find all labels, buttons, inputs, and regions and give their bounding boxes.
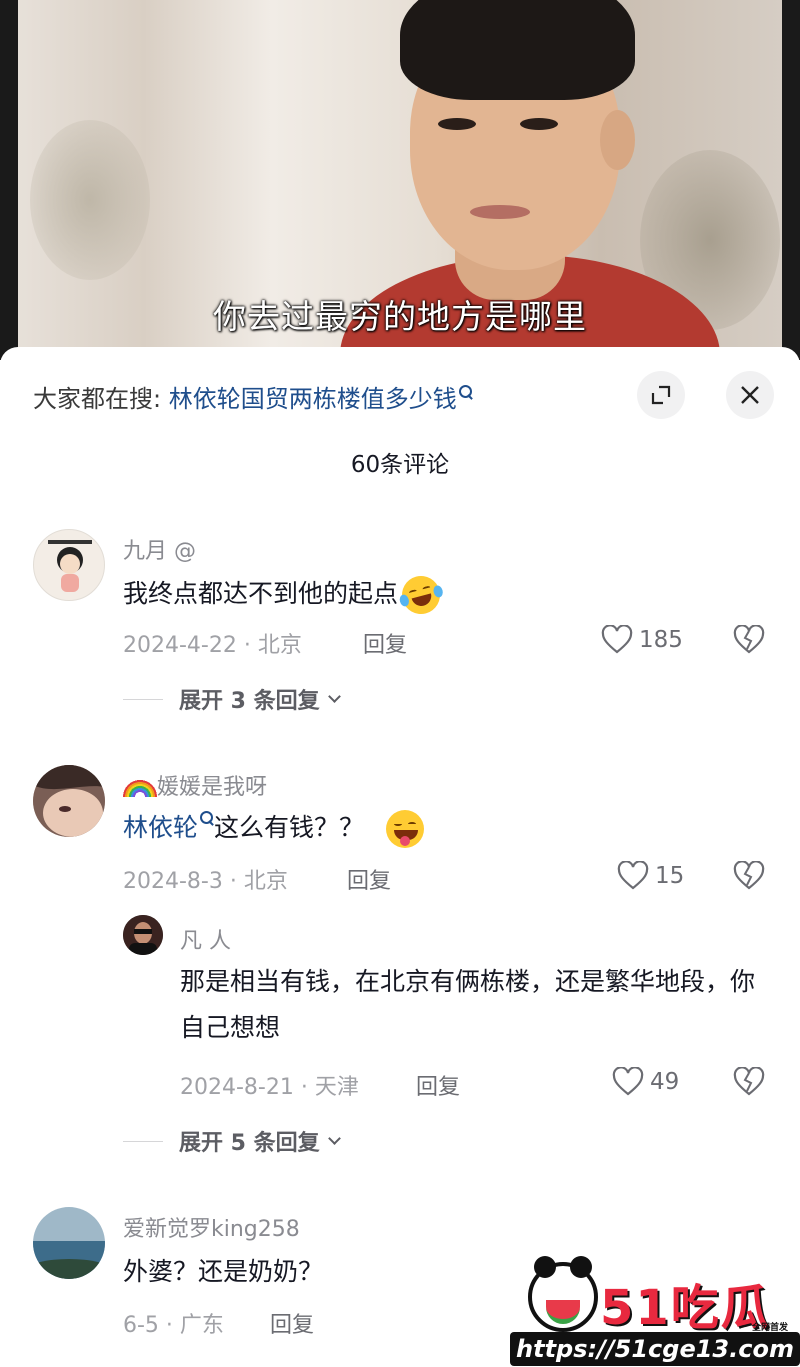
heart-icon bbox=[601, 625, 633, 654]
dislike-button[interactable] bbox=[733, 860, 765, 895]
panda-mascot-icon bbox=[528, 1256, 598, 1332]
reply-button[interactable]: 回复 bbox=[363, 627, 407, 659]
comment-text-body: 这么有钱？？ bbox=[214, 813, 365, 842]
like-count: 185 bbox=[639, 627, 683, 653]
avatar[interactable] bbox=[33, 529, 105, 601]
comment-text-body: 我终点都达不到他的起点 bbox=[123, 579, 399, 608]
reply-button[interactable]: 回复 bbox=[347, 863, 391, 895]
like-count: 49 bbox=[650, 1069, 680, 1095]
expand-replies-label: 展开 5 条回复 bbox=[179, 1131, 320, 1156]
avatar[interactable] bbox=[33, 765, 105, 837]
chevron-down-icon bbox=[327, 1131, 341, 1145]
watermark-title: 51吃瓜 bbox=[600, 1280, 771, 1336]
trending-search-bar[interactable]: 大家都在搜: 林依轮国贸两栋楼值多少钱 bbox=[33, 379, 473, 415]
search-icon bbox=[458, 385, 473, 399]
comment-text: 林依轮 这么有钱？？ bbox=[123, 805, 723, 851]
comment-text: 我终点都达不到他的起点 bbox=[123, 571, 723, 619]
comment-username[interactable]: 媛媛是我呀 bbox=[123, 769, 267, 801]
broken-heart-icon bbox=[733, 624, 765, 654]
watermark-logo: 51吃瓜 全网首发 https://51cge13.com bbox=[510, 1256, 800, 1367]
broken-heart-icon bbox=[733, 860, 765, 890]
expand-replies-button[interactable]: 展开 3 条回复 bbox=[123, 683, 341, 715]
comment-count: 60条评论 bbox=[350, 452, 450, 478]
reply-text: 那是相当有钱，在北京有俩栋楼，还是繁华地段，你自己想想 bbox=[180, 967, 756, 1042]
expand-replies-label: 展开 3 条回复 bbox=[179, 689, 320, 714]
divider bbox=[123, 698, 163, 700]
heart-icon bbox=[612, 1067, 644, 1096]
avatar[interactable] bbox=[123, 915, 163, 955]
video-person-mouth bbox=[470, 205, 530, 219]
video-frame[interactable]: 你去过最穷的地方是哪里 bbox=[0, 0, 800, 360]
like-count: 15 bbox=[655, 863, 685, 889]
close-icon bbox=[741, 386, 759, 404]
avatar-photo bbox=[123, 915, 163, 955]
laughing-crying-face-emoji bbox=[397, 571, 445, 619]
comment-date-location: 6-5 · 广东 bbox=[123, 1313, 224, 1338]
expand-replies-button[interactable]: 展开 5 条回复 bbox=[123, 1125, 341, 1157]
comment-username-text: 媛媛是我呀 bbox=[157, 775, 268, 800]
video-background-blur bbox=[30, 120, 150, 280]
comment-username[interactable]: 爱新觉罗king258 bbox=[123, 1211, 300, 1243]
video-person-hair bbox=[400, 0, 635, 100]
avatar-photo bbox=[33, 765, 105, 837]
comment-date-location: 2024-8-3 · 北京 bbox=[123, 869, 288, 894]
comment-sheet: 大家都在搜: 林依轮国贸两栋楼值多少钱 60条评论 九月 @ 我终点都达不到他的… bbox=[0, 347, 800, 1367]
trending-search-label: 大家都在搜: bbox=[33, 385, 162, 413]
reply-username[interactable]: 凡 人 bbox=[180, 923, 231, 955]
close-sheet-button[interactable] bbox=[726, 371, 774, 419]
reply-button[interactable]: 回复 bbox=[270, 1307, 314, 1339]
like-button[interactable]: 185 bbox=[601, 625, 683, 655]
search-icon bbox=[200, 811, 214, 825]
comment-date-location: 2024-4-22 · 北京 bbox=[123, 633, 302, 658]
video-subtitle: 你去过最穷的地方是哪里 bbox=[213, 297, 587, 336]
video-person-ear bbox=[600, 110, 635, 170]
winking-tongue-face-emoji bbox=[385, 810, 424, 848]
video-person-eye bbox=[438, 118, 476, 130]
heart-icon bbox=[617, 861, 649, 890]
expand-sheet-button[interactable] bbox=[637, 371, 685, 419]
expand-icon bbox=[651, 385, 671, 405]
dislike-button[interactable] bbox=[733, 624, 765, 659]
broken-heart-icon bbox=[733, 1066, 765, 1096]
trending-search-query[interactable]: 林依轮国贸两栋楼值多少钱 bbox=[169, 385, 457, 413]
avatar-photo bbox=[33, 1207, 105, 1279]
rainbow-icon bbox=[123, 779, 157, 797]
dislike-button[interactable] bbox=[733, 1066, 765, 1101]
reply-date-location: 2024-8-21 · 天津 bbox=[180, 1075, 359, 1100]
mention-link[interactable]: 林依轮 bbox=[123, 813, 198, 842]
like-button[interactable]: 15 bbox=[617, 861, 684, 891]
comment-username[interactable]: 九月 @ bbox=[123, 533, 196, 565]
chevron-down-icon bbox=[327, 689, 341, 703]
like-button[interactable]: 49 bbox=[612, 1067, 679, 1097]
avatar[interactable] bbox=[33, 1207, 105, 1279]
divider bbox=[123, 1140, 163, 1142]
watermark-url: https://51cge13.com bbox=[510, 1332, 800, 1366]
video-person-eye bbox=[520, 118, 558, 130]
avatar-illustration bbox=[48, 540, 92, 592]
reply-button[interactable]: 回复 bbox=[416, 1069, 460, 1101]
